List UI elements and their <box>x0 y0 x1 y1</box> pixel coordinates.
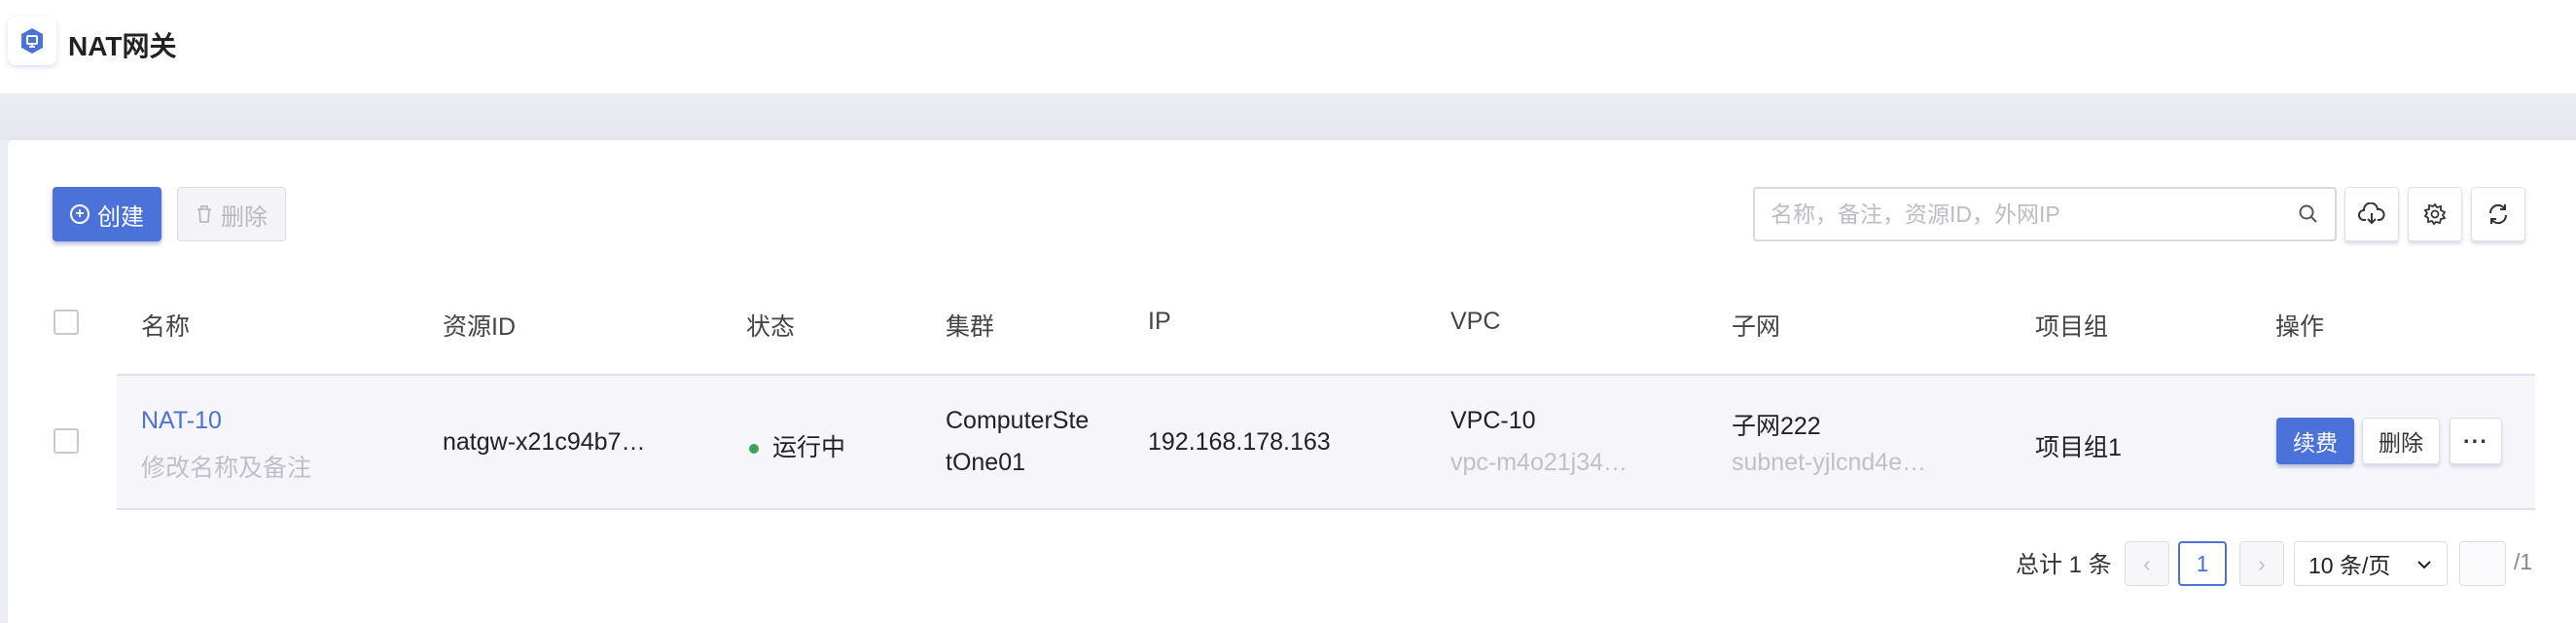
row-delete-button[interactable]: 删除 <box>2362 418 2440 464</box>
search-icon[interactable] <box>2298 203 2319 225</box>
page-count: /1 <box>2514 549 2533 574</box>
page-title: NAT网关 <box>68 31 177 61</box>
column-header-name[interactable]: 名称 <box>141 308 190 343</box>
row-name-link[interactable]: NAT-10 <box>141 407 222 435</box>
chevron-down-icon <box>2417 561 2431 569</box>
search-box[interactable] <box>1753 187 2337 241</box>
delete-button-label: 删除 <box>221 203 268 231</box>
column-header-status[interactable]: 状态 <box>746 308 795 343</box>
row-checkbox[interactable] <box>54 428 79 454</box>
row-status-label: 运行中 <box>772 434 846 461</box>
row-cluster-line2: tOne01 <box>946 449 1026 476</box>
column-header-actions: 操作 <box>2275 313 2325 341</box>
download-button[interactable] <box>2344 187 2399 241</box>
create-button-label: 创建 <box>97 203 144 231</box>
row-status: 运行中 <box>749 428 845 463</box>
column-header-project[interactable]: 项目组 <box>2035 308 2108 343</box>
delete-button[interactable]: 删除 <box>177 187 286 241</box>
header-separator-band <box>0 93 2576 140</box>
top-header: NAT网关 <box>0 0 2576 93</box>
select-all-checkbox[interactable] <box>54 310 79 335</box>
cloud-download-icon <box>2358 202 2385 225</box>
column-header-vpc[interactable]: VPC <box>1450 308 1500 336</box>
search-input[interactable] <box>1771 201 2276 228</box>
next-page-button[interactable]: › <box>2239 541 2284 586</box>
column-header-ip[interactable]: IP <box>1148 308 1171 336</box>
page-size-label: 10 条/页 <box>2308 553 2391 578</box>
column-header-resource-id[interactable]: 资源ID <box>443 308 516 343</box>
row-resource-id: natgw-x21c94b7… <box>443 428 646 456</box>
prev-page-button[interactable]: ‹ <box>2125 541 2169 586</box>
page-1-button[interactable]: 1 <box>2178 541 2227 586</box>
page-size-select[interactable]: 10 条/页 <box>2294 541 2448 586</box>
column-header-cluster[interactable]: 集群 <box>946 308 994 343</box>
row-cluster-line1: ComputerSte <box>946 407 1090 434</box>
refresh-icon <box>2488 203 2508 225</box>
more-actions-button[interactable]: ··· <box>2450 418 2502 464</box>
settings-button[interactable] <box>2408 187 2462 241</box>
row-vpc-id: vpc-m4o21j34… <box>1450 449 1628 476</box>
row-vpc: VPC-10 <box>1450 407 1536 434</box>
trash-icon <box>197 205 211 223</box>
refresh-button[interactable] <box>2471 187 2525 241</box>
nat-gateway-logo-icon <box>8 17 56 65</box>
column-header-subnet[interactable]: 子网 <box>1732 308 1780 343</box>
row-project: 项目组1 <box>2035 434 2122 461</box>
status-running-dot <box>749 444 759 455</box>
row-ip: 192.168.178.163 <box>1148 428 1331 456</box>
create-button[interactable]: + 创建 <box>53 187 161 241</box>
row-subnet-id: subnet-yjlcnd4e… <box>1732 449 1927 476</box>
renew-button[interactable]: 续费 <box>2276 418 2354 464</box>
row-edit-name-remark[interactable]: 修改名称及备注 <box>141 449 311 484</box>
pagination-total: 总计 1 条 <box>2016 552 2112 578</box>
gear-icon <box>2423 202 2447 226</box>
page-jump-input[interactable] <box>2459 541 2506 586</box>
row-subnet: 子网222 <box>1732 413 1821 440</box>
plus-circle-icon: + <box>70 204 89 224</box>
